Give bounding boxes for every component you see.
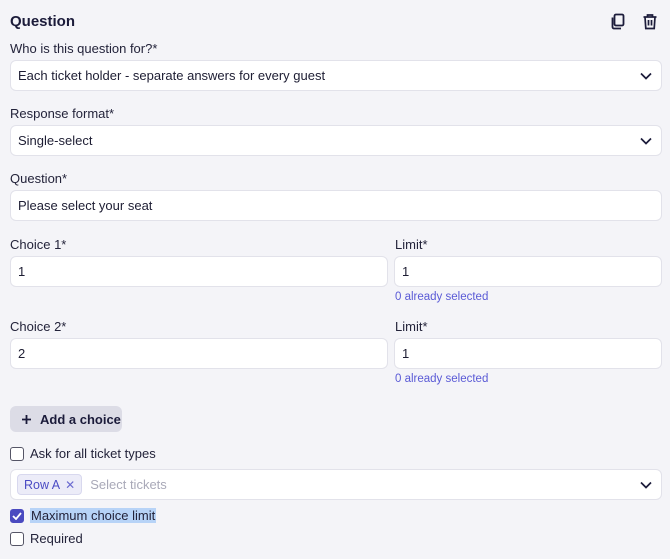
copy-icon[interactable] [608,11,628,31]
ask-all-checkbox[interactable] [10,446,24,461]
tickets-placeholder: Select tickets [90,477,167,492]
limit-2-helper: 0 already selected [395,373,489,385]
format-label: Response format* [10,106,115,121]
required-row: Required [10,531,83,546]
required-label: Required [30,531,83,546]
ticket-tag-label: Row A [24,477,61,492]
limit-1-label: Limit* [395,237,428,252]
close-icon[interactable]: ✕ [65,478,75,492]
max-limit-label: Maximum choice limit [30,508,157,523]
add-choice-label: Add a choice [40,411,121,427]
limit-1-input[interactable]: 1 [394,256,662,287]
question-label: Question* [10,171,68,186]
plus-icon [21,414,32,425]
trash-icon[interactable] [640,11,660,31]
format-select[interactable]: Single-select [10,125,662,156]
tickets-select[interactable]: Row A ✕ Select tickets [10,469,662,500]
limit-2-input[interactable]: 1 [394,338,662,369]
choice-1-label: Choice 1* [10,237,67,252]
audience-select[interactable]: Each ticket holder - separate answers fo… [10,60,662,91]
required-checkbox[interactable] [10,531,24,546]
chevron-down-icon [639,134,653,148]
limit-2-value: 1 [402,346,410,361]
choice-2-value: 2 [18,346,26,361]
limit-1-helper: 0 already selected [395,291,489,303]
audience-label: Who is this question for?* [10,41,158,56]
ask-all-row: Ask for all ticket types [10,446,156,461]
max-limit-checkbox[interactable] [10,508,24,523]
limit-2-label: Limit* [395,319,428,334]
audience-value: Each ticket holder - separate answers fo… [18,68,326,83]
ask-all-label: Ask for all ticket types [30,446,156,461]
max-limit-row: Maximum choice limit [10,508,157,523]
check-icon [12,511,22,520]
add-choice-button[interactable]: Add a choice [10,406,122,432]
question-input[interactable]: Please select your seat [10,190,662,221]
chevron-down-icon [639,69,653,83]
question-value: Please select your seat [18,198,153,213]
choice-1-input[interactable]: 1 [10,256,388,287]
choice-2-input[interactable]: 2 [10,338,388,369]
format-value: Single-select [18,133,93,148]
choice-2-label: Choice 2* [10,319,67,334]
chevron-down-icon [639,478,653,492]
page-title: Question [10,13,76,30]
limit-1-value: 1 [402,264,410,279]
choice-1-value: 1 [18,264,26,279]
ticket-tag: Row A ✕ [17,474,83,495]
